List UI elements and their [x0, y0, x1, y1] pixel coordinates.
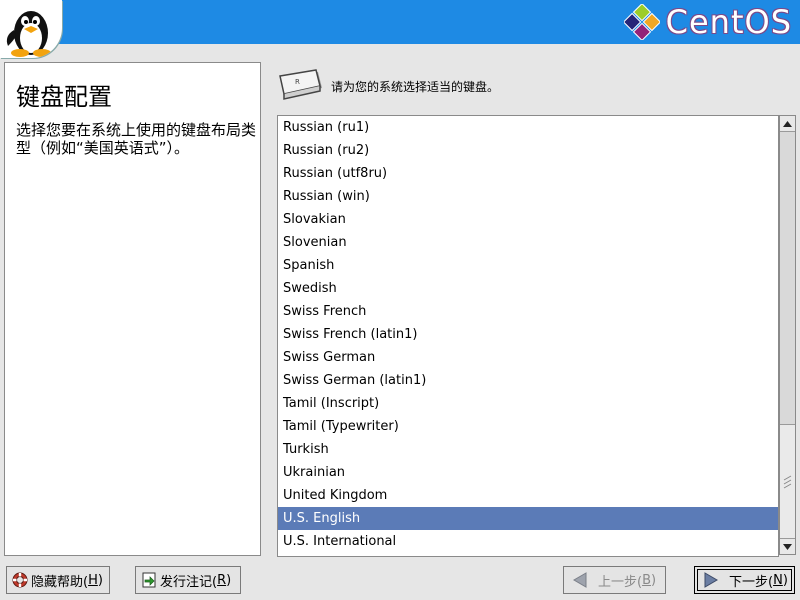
release-notes-close: ) [226, 572, 232, 588]
list-item[interactable]: Turkish [278, 438, 778, 461]
centos-logo-icon [623, 4, 660, 40]
release-notes-icon [141, 572, 157, 588]
keyboard-layout-list[interactable]: Russian (ru1) Russian (ru2) Russian (utf8r… [277, 115, 779, 557]
scrollbar-thumb[interactable] [780, 424, 795, 539]
hide-help-label: 隐藏帮助( [31, 574, 89, 590]
list-item[interactable]: Tamil (Typewriter) [278, 415, 778, 438]
grip-icon [783, 475, 792, 489]
list-item[interactable]: Swedish [278, 277, 778, 300]
next-label: 下一步( [729, 574, 774, 590]
list-scrollbar[interactable] [779, 115, 796, 555]
list-item[interactable]: Russian (utf8ru) [278, 162, 778, 185]
list-item[interactable]: Russian (ru2) [278, 139, 778, 162]
list-item[interactable]: Swiss French [278, 300, 778, 323]
list-item[interactable]: Tamil (Inscript) [278, 392, 778, 415]
list-item[interactable]: Russian (ru1) [278, 116, 778, 139]
list-item[interactable]: Russian (win) [278, 185, 778, 208]
prompt-text: 请为您的系统选择适当的键盘。 [331, 80, 500, 94]
tux-penguin-icon [0, 0, 62, 58]
help-panel: 键盘配置 选择您要在系统上使用的键盘布局类型（例如“美国英语式”）。 [4, 62, 261, 556]
arrow-right-icon [703, 572, 719, 588]
logo-text: CentOS [665, 3, 792, 41]
keyboard-key-icon: R [278, 68, 324, 104]
list-item[interactable]: Ukrainian [278, 461, 778, 484]
list-item[interactable]: U.S. International [278, 530, 778, 553]
scroll-up-arrow-icon[interactable] [780, 116, 795, 132]
list-item[interactable]: U.S. English [278, 507, 778, 530]
help-title: 键盘配置 [16, 83, 112, 111]
back-mnemonic: B [642, 572, 651, 588]
next-button[interactable]: 下一步(N) [694, 566, 795, 594]
release-notes-button[interactable]: 发行注记(R) [135, 566, 241, 594]
hide-help-mnemonic: H [88, 572, 98, 588]
hide-help-button[interactable]: 隐藏帮助(H) [6, 566, 110, 594]
scroll-down-arrow-icon[interactable] [780, 538, 795, 554]
arrow-left-icon [572, 572, 588, 588]
list-item[interactable]: Swiss French (latin1) [278, 323, 778, 346]
list-item[interactable]: United Kingdom [278, 484, 778, 507]
release-notes-mnemonic: R [217, 572, 227, 588]
hide-help-close: ) [97, 572, 103, 588]
header-bar: CentOS [0, 0, 800, 58]
lifebuoy-icon [12, 572, 28, 588]
release-notes-label: 发行注记( [160, 574, 218, 590]
back-close: ) [651, 572, 657, 588]
list-item[interactable]: Swiss German [278, 346, 778, 369]
svg-text:R: R [295, 78, 300, 86]
help-text: 选择您要在系统上使用的键盘布局类型（例如“美国英语式”）。 [16, 121, 257, 157]
back-label: 上一步( [598, 574, 643, 590]
back-button[interactable]: 上一步(B) [563, 566, 666, 594]
list-item[interactable]: Slovakian [278, 208, 778, 231]
next-mnemonic: N [773, 572, 783, 588]
centos-logo: CentOS [623, 3, 792, 41]
list-item[interactable]: Slovenian [278, 231, 778, 254]
list-item[interactable]: Spanish [278, 254, 778, 277]
list-item[interactable]: Swiss German (latin1) [278, 369, 778, 392]
next-close: ) [782, 572, 788, 588]
